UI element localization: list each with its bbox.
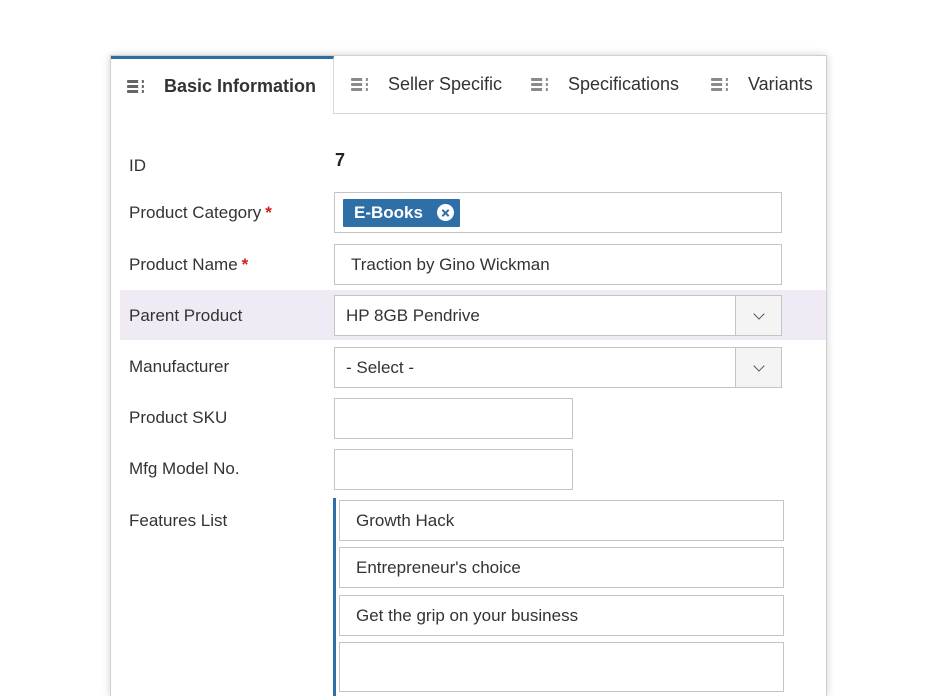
chevron-down-icon bbox=[752, 307, 765, 320]
feature-input-1[interactable]: Growth Hack bbox=[339, 500, 784, 541]
feature-input-2[interactable]: Entrepreneur's choice bbox=[339, 547, 784, 588]
manufacturer-label: Manufacturer bbox=[129, 357, 230, 376]
tab-label: Basic Information bbox=[164, 76, 317, 96]
tab-variants[interactable]: Variants bbox=[711, 56, 813, 113]
product-category-input[interactable]: E-Books bbox=[334, 192, 782, 233]
feature-value: Entrepreneur's choice bbox=[356, 557, 521, 577]
product-category-label: Product Category * bbox=[129, 203, 272, 222]
product-name-value: Traction by Gino Wickman bbox=[351, 254, 550, 274]
feature-input-4[interactable] bbox=[339, 642, 784, 692]
product-sku-input[interactable] bbox=[334, 398, 573, 439]
tab-label: Seller Specific bbox=[388, 74, 503, 94]
feature-input-3[interactable]: Get the grip on your business bbox=[339, 595, 784, 636]
tab-bar: Basic Information Seller Specific Specif… bbox=[111, 56, 826, 114]
id-label: ID bbox=[129, 156, 146, 175]
features-list-label: Features List bbox=[129, 511, 228, 530]
tab-label: Variants bbox=[748, 74, 813, 94]
tab-specifications[interactable]: Specifications bbox=[531, 56, 679, 113]
list-icon bbox=[711, 77, 728, 92]
feature-value: Growth Hack bbox=[356, 510, 455, 530]
list-icon bbox=[531, 77, 548, 92]
chevron-down-icon bbox=[752, 359, 765, 372]
mfg-model-label: Mfg Model No. bbox=[129, 459, 240, 478]
tab-label: Specifications bbox=[568, 74, 680, 94]
manufacturer-select[interactable]: - Select - bbox=[334, 347, 782, 388]
remove-tag-icon[interactable] bbox=[436, 204, 454, 221]
product-name-label: Product Name * bbox=[129, 255, 249, 274]
id-value: 7 bbox=[335, 150, 346, 170]
product-name-input[interactable]: Traction by Gino Wickman bbox=[334, 244, 782, 285]
required-marker: * bbox=[241, 255, 249, 274]
parent-product-value: HP 8GB Pendrive bbox=[346, 305, 480, 325]
dropdown-toggle[interactable] bbox=[735, 296, 781, 335]
parent-product-select[interactable]: HP 8GB Pendrive bbox=[334, 295, 782, 336]
manufacturer-value: - Select - bbox=[346, 357, 415, 377]
tab-basic-information[interactable]: Basic Information bbox=[111, 56, 334, 114]
feature-value: Get the grip on your business bbox=[356, 605, 579, 625]
mfg-model-input[interactable] bbox=[334, 449, 573, 490]
list-icon bbox=[351, 77, 368, 92]
category-tag: E-Books bbox=[343, 198, 460, 227]
tab-seller-specific[interactable]: Seller Specific bbox=[351, 56, 502, 113]
list-icon bbox=[127, 79, 144, 94]
dropdown-toggle[interactable] bbox=[735, 348, 781, 387]
required-marker: * bbox=[265, 203, 272, 222]
features-list-indicator bbox=[333, 498, 336, 696]
category-tag-label: E-Books bbox=[354, 202, 423, 222]
product-form-panel: Basic Information Seller Specific Specif… bbox=[110, 55, 827, 696]
parent-product-label: Parent Product bbox=[129, 306, 243, 325]
product-sku-label: Product SKU bbox=[129, 408, 228, 427]
